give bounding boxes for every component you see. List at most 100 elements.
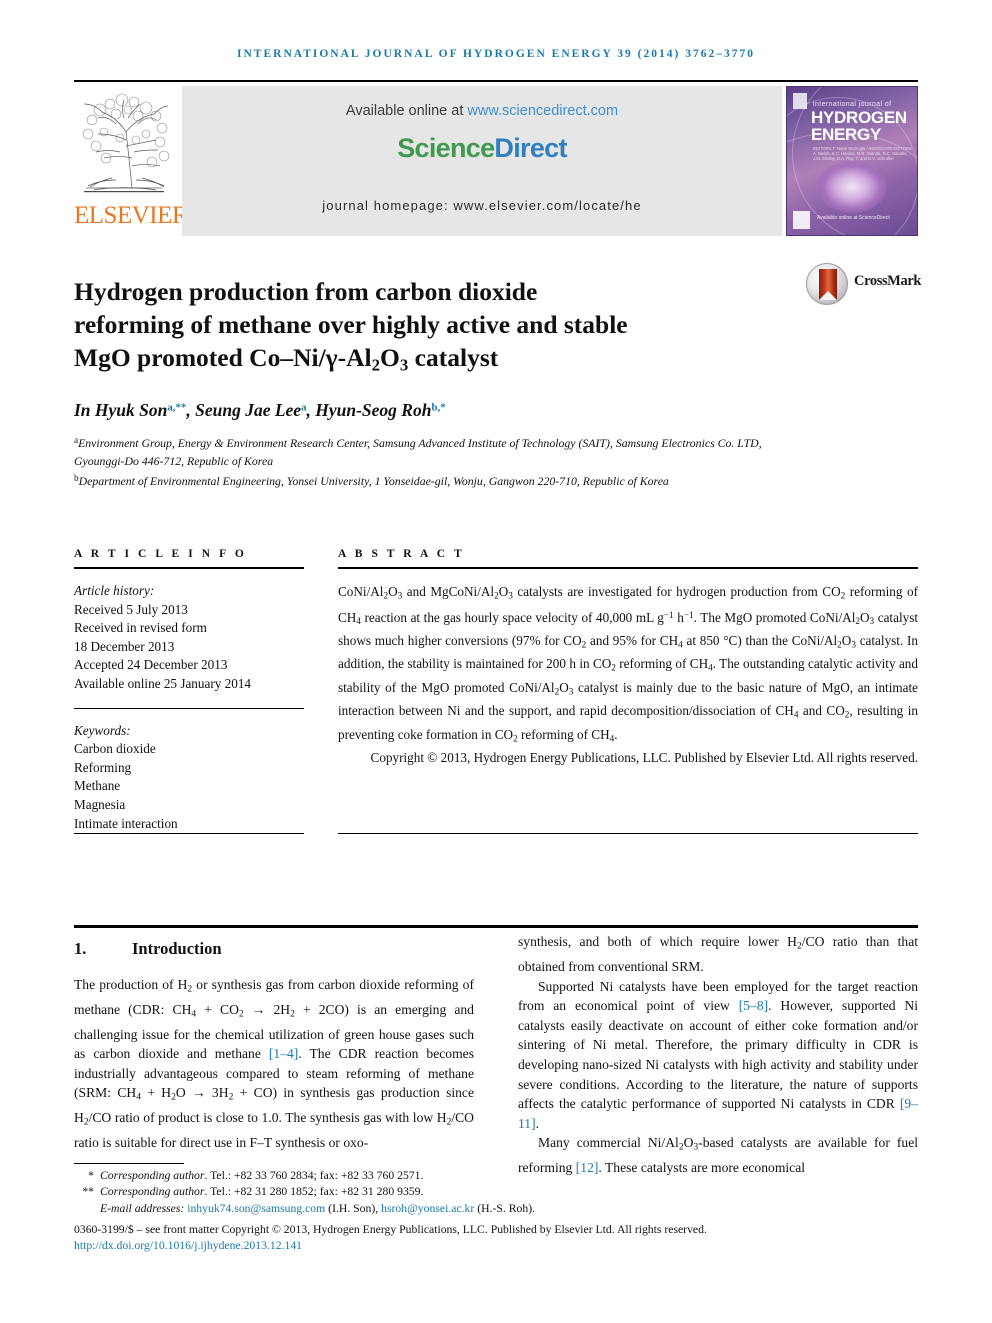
cover-sciencedirect-note: Available online at ScienceDirect (817, 215, 890, 221)
body-column-left: 1. Introduction The production of H2 or s… (74, 932, 474, 1153)
article-history-item: Received 5 July 2013 (74, 601, 188, 617)
footnote-marker: * (88, 1169, 94, 1182)
crossmark-notch-shape (819, 291, 837, 300)
keyword-item: Magnesia (74, 796, 126, 812)
affiliation-b: bDepartment of Environmental Engineering… (74, 470, 774, 491)
footnote-rule (74, 1163, 184, 1164)
cover-publisher-badge-icon (793, 93, 807, 109)
journal-cover-image: international journal of HYDROGEN ENERGY… (786, 86, 918, 236)
footnote-corresponding-2: ** Corresponding author. Tel.: +82 31 280… (74, 1184, 918, 1200)
footnote-block: * Corresponding author. Tel.: +82 33 760 … (74, 1168, 918, 1217)
title-line-3b: O (380, 343, 400, 373)
affiliation-a-text: Environment Group, Energy & Environment … (74, 436, 762, 468)
title-line-2: reforming of methane over highly active … (74, 310, 628, 340)
article-history-label: Article history: (74, 583, 155, 598)
sciencedirect-logo-direct: Direct (494, 133, 567, 163)
keyword-item: Carbon dioxide (74, 741, 156, 757)
cover-title-line2: HYDROGEN (811, 108, 907, 127)
email-link-1[interactable]: inhyuk74.son@samsung.com (187, 1202, 325, 1215)
keyword-item: Intimate interaction (74, 815, 178, 831)
sciencedirect-url-link[interactable]: www.sciencedirect.com (467, 103, 618, 119)
footnote-contact: . Tel.: +82 33 760 2834; fax: +82 33 760… (204, 1169, 424, 1182)
page-title: Hydrogen production from carbon dioxide … (74, 275, 774, 381)
citation-link[interactable]: [1–4] (269, 1046, 298, 1061)
abstract-copyright: Copyright © 2013, Hydrogen Energy Public… (370, 750, 918, 766)
body-paragraph: The production of H2 or synthesis gas fr… (74, 976, 474, 1151)
abstract-column: A B S T R A C T CoNi/Al2O3 and MgCoNi/Al… (338, 548, 918, 768)
author-separator-2: , (306, 400, 316, 420)
author-list: In Hyuk Sona,**, Seung Jae Leea, Hyun-Se… (74, 400, 918, 421)
abstract-heading: A B S T R A C T (338, 548, 465, 560)
sciencedirect-logo-science: Science (397, 133, 495, 163)
elsevier-logo: ELSEVIER (74, 86, 189, 236)
elsevier-wordmark: ELSEVIER (74, 202, 189, 229)
affiliation-list: aEnvironment Group, Energy & Environment… (74, 432, 774, 491)
body-column-right: synthesis, and both of which require low… (518, 932, 918, 1178)
article-info-rule (74, 567, 304, 569)
author-affil-marker-1[interactable]: a,** (167, 401, 186, 413)
article-history-block: Article history: Received 5 July 2013 Re… (74, 582, 304, 694)
author-name-3: Hyun-Seog Roh (315, 400, 432, 420)
keyword-item: Reforming (74, 759, 132, 775)
abstract-text: CoNi/Al2O3 and MgCoNi/Al2O3 catalysts ar… (338, 584, 918, 744)
cover-title-line3: ENERGY (811, 125, 881, 144)
email-addresses-label: E-mail addresses: (100, 1201, 188, 1215)
available-online-prefix: Available online at (345, 103, 468, 119)
header-rule (74, 80, 918, 82)
cover-iahe-logo-icon (793, 211, 810, 229)
paper-page: International Journal of Hydrogen Energy… (0, 0, 992, 1323)
section-number: 1. (74, 939, 87, 958)
affiliation-b-text: Department of Environmental Engineering,… (78, 474, 669, 489)
section-title: Introduction (132, 939, 222, 958)
footnote-label: Corresponding author (100, 1185, 205, 1199)
article-history-item: 18 December 2013 (74, 638, 175, 654)
title-line-3c: catalyst (408, 343, 499, 373)
cover-editors-text: EDITORS T. Nejat Veziroglu / ASSOCIATE E… (813, 146, 912, 162)
title-line-1: Hydrogen production from carbon dioxide (74, 277, 538, 307)
elsevier-tree-icon (76, 88, 172, 200)
article-history-item: Available online 25 January 2014 (74, 675, 252, 691)
author-name-1: In Hyuk Son (74, 400, 168, 420)
title-sub-1: 2 (371, 355, 381, 375)
article-info-heading: A R T I C L E I N F O (74, 548, 247, 560)
email-link-2[interactable]: hsroh@yonsei.ac.kr (381, 1202, 474, 1215)
crossmark-label: CrossMark (854, 273, 922, 289)
keywords-rule (74, 707, 304, 709)
footnote-contact: . Tel.: +82 31 280 1852; fax: +82 31 280… (204, 1185, 424, 1199)
crossmark-icon (806, 263, 848, 305)
doi-link[interactable]: http://dx.doi.org/10.1016/j.ijhydene.201… (74, 1239, 302, 1252)
footnote-corresponding-1: * Corresponding author. Tel.: +82 33 760 … (74, 1168, 918, 1184)
footnote-label: Corresponding author (100, 1169, 205, 1182)
body-top-rule (74, 925, 918, 928)
keywords-label: Keywords: (74, 722, 131, 738)
available-online-line: Available online at www.sciencedirect.co… (182, 103, 782, 119)
keyword-item: Methane (74, 778, 121, 794)
email-owner-2: (H.-S. Roh). (474, 1201, 536, 1215)
sciencedirect-logo[interactable]: ScienceDirect (182, 133, 782, 164)
citation-link[interactable]: [9–11] (518, 1096, 918, 1131)
article-history-item: Accepted 24 December 2013 (74, 657, 228, 673)
cover-title-line1: international journal of (813, 101, 892, 108)
title-line-3a: MgO promoted Co–Ni/γ-Al (74, 343, 372, 373)
cover-glow-decoration (817, 161, 887, 213)
masthead: ELSEVIER Available online at www.science… (74, 86, 918, 236)
author-name-2: Seung Jae Lee (195, 400, 302, 420)
keywords-block: Keywords: Carbon dioxide Reforming Metha… (74, 722, 304, 834)
sciencedirect-band: Available online at www.sciencedirect.co… (182, 86, 782, 236)
abstract-rule (338, 567, 918, 569)
body-paragraph: Supported Ni catalysts have been employe… (518, 978, 918, 1131)
abstract-bottom-rule (338, 833, 918, 834)
footnote-marker: ** (82, 1185, 94, 1199)
article-history-item: Received in revised form (74, 620, 207, 636)
body-paragraph: synthesis, and both of which require low… (518, 934, 918, 974)
crossmark-badge[interactable]: CrossMark (806, 262, 922, 310)
running-head: International Journal of Hydrogen Energy… (237, 48, 755, 60)
article-info-column: A R T I C L E I N F O Article history: R… (74, 548, 304, 833)
footnote-emails: E-mail addresses: inhyuk74.son@samsung.c… (74, 1201, 918, 1217)
author-affil-marker-3[interactable]: b,* (431, 401, 445, 413)
article-info-bottom-rule (74, 833, 304, 834)
section-heading-introduction: 1. Introduction (74, 939, 474, 959)
affiliation-a: aEnvironment Group, Energy & Environment… (74, 432, 774, 470)
citation-link[interactable]: [5–8] (739, 998, 768, 1013)
journal-homepage-line[interactable]: journal homepage: www.elsevier.com/locat… (182, 198, 782, 213)
